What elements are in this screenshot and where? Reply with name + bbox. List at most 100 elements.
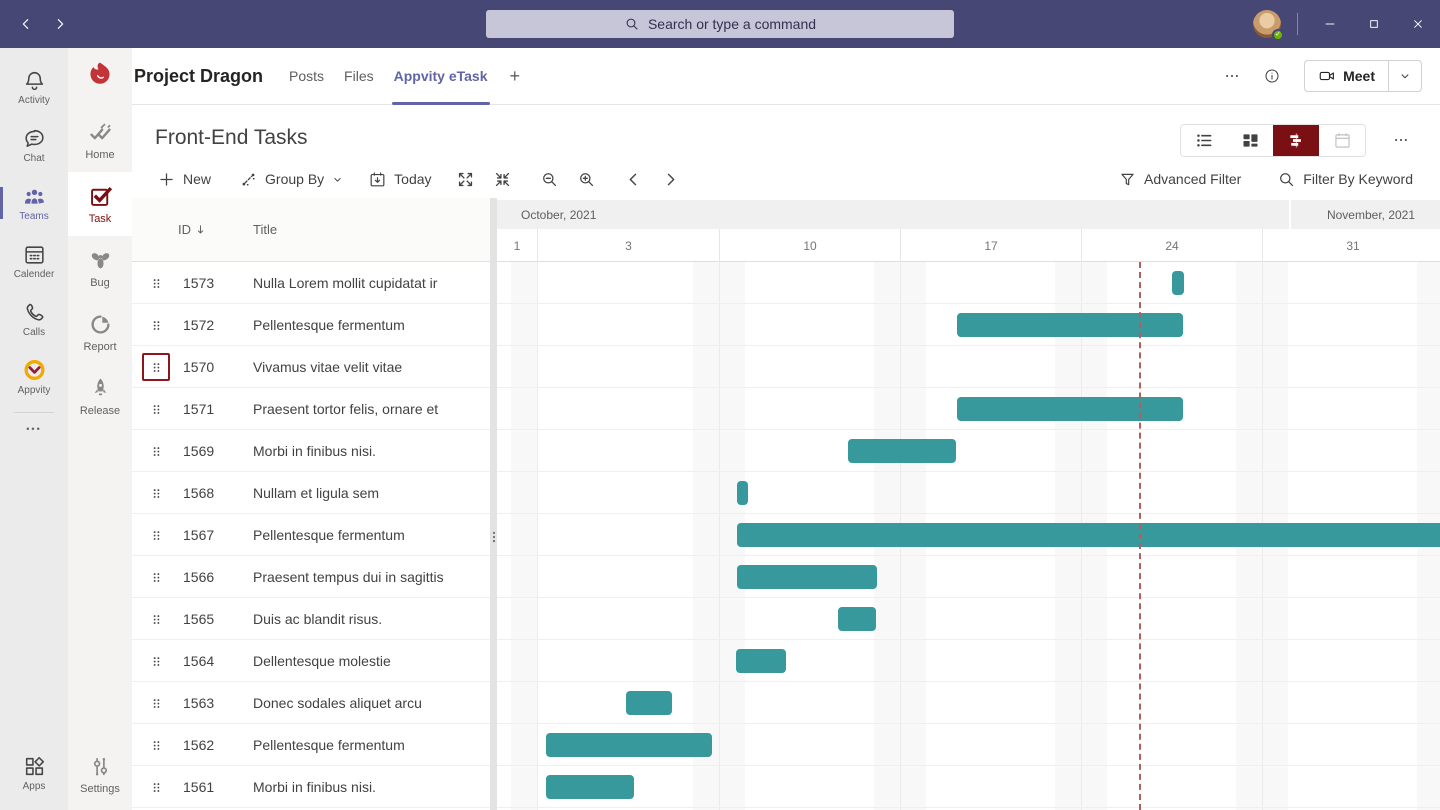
drag-handle[interactable] bbox=[142, 353, 170, 381]
gantt-bar[interactable] bbox=[737, 481, 748, 505]
table-row[interactable]: 1571Praesent tortor felis, ornare et bbox=[132, 388, 490, 430]
pane-splitter[interactable] bbox=[490, 198, 497, 810]
gantt-row[interactable] bbox=[497, 766, 1440, 808]
table-row[interactable]: 1564Dellentesque molestie bbox=[132, 640, 490, 682]
maximize-button[interactable] bbox=[1352, 0, 1396, 48]
rail-item-apps[interactable]: Apps bbox=[0, 744, 68, 802]
command-search-input[interactable]: Search or type a command bbox=[486, 10, 954, 38]
rail-item-activity[interactable]: Activity bbox=[0, 58, 68, 116]
gantt-row[interactable] bbox=[497, 262, 1440, 304]
group-by-button[interactable]: Group By bbox=[237, 166, 346, 193]
close-button[interactable] bbox=[1396, 0, 1440, 48]
table-row[interactable]: 1570Vivamus vitae velit vitae bbox=[132, 346, 490, 388]
drag-handle[interactable] bbox=[142, 311, 170, 339]
gantt-row[interactable] bbox=[497, 556, 1440, 598]
new-task-button[interactable]: New bbox=[155, 166, 213, 193]
page-more-button[interactable] bbox=[1388, 131, 1414, 151]
sidebar-item-release[interactable]: Release bbox=[68, 364, 132, 428]
calendar-view-button[interactable] bbox=[1319, 125, 1365, 156]
meet-options-button[interactable] bbox=[1389, 61, 1421, 91]
rail-item-teams[interactable]: Teams bbox=[0, 174, 68, 232]
gantt-bar[interactable] bbox=[838, 607, 876, 631]
rail-item-calls[interactable]: Calls bbox=[0, 290, 68, 348]
board-view-button[interactable] bbox=[1227, 125, 1273, 156]
advanced-filter-button[interactable]: Advanced Filter bbox=[1116, 166, 1243, 193]
gantt-row[interactable] bbox=[497, 682, 1440, 724]
gantt-bar[interactable] bbox=[736, 649, 786, 673]
table-row[interactable]: 1572Pellentesque fermentum bbox=[132, 304, 490, 346]
drag-handle[interactable] bbox=[142, 269, 170, 297]
gantt-bar[interactable] bbox=[546, 775, 634, 799]
rail-item-appvity[interactable]: Appvity bbox=[0, 348, 68, 406]
table-row[interactable]: 1567Pellentesque fermentum bbox=[132, 514, 490, 556]
channel-info-button[interactable] bbox=[1256, 60, 1288, 92]
table-row[interactable]: 1569Morbi in finibus nisi. bbox=[132, 430, 490, 472]
rail-more-button[interactable]: ••• bbox=[0, 419, 68, 439]
gantt-row[interactable] bbox=[497, 724, 1440, 766]
table-row[interactable]: 1566Praesent tempus dui in sagittis bbox=[132, 556, 490, 598]
gantt-row[interactable] bbox=[497, 346, 1440, 388]
zoom-out-button[interactable] bbox=[538, 166, 561, 193]
filter-by-keyword-button[interactable]: Filter By Keyword bbox=[1275, 166, 1415, 193]
rail-item-chat[interactable]: Chat bbox=[0, 116, 68, 174]
sidebar-item-bug[interactable]: Bug bbox=[68, 236, 132, 300]
expand-all-button[interactable] bbox=[454, 166, 477, 193]
collapse-all-button[interactable] bbox=[491, 166, 514, 193]
avatar[interactable]: ✓ bbox=[1253, 10, 1281, 38]
sidebar-item-task[interactable]: Task bbox=[68, 172, 132, 236]
gantt-bar[interactable] bbox=[546, 733, 712, 757]
zoom-in-button[interactable] bbox=[575, 166, 598, 193]
minimize-button[interactable] bbox=[1308, 0, 1352, 48]
today-button[interactable]: Today bbox=[366, 166, 433, 193]
gantt-row[interactable] bbox=[497, 304, 1440, 346]
gantt-row[interactable] bbox=[497, 640, 1440, 682]
gantt-bar[interactable] bbox=[737, 523, 1440, 547]
drag-handle[interactable] bbox=[142, 395, 170, 423]
today-line bbox=[1139, 262, 1141, 810]
meet-button[interactable]: Meet bbox=[1305, 61, 1389, 91]
column-header-id[interactable]: ID bbox=[178, 222, 207, 237]
drag-handle[interactable] bbox=[142, 689, 170, 717]
drag-handle[interactable] bbox=[142, 605, 170, 633]
table-row[interactable]: 1565Duis ac blandit risus. bbox=[132, 598, 490, 640]
channel-more-button[interactable] bbox=[1216, 60, 1248, 92]
sidebar-item-home[interactable]: Home bbox=[68, 108, 132, 172]
table-row[interactable]: 1563Donec sodales aliquet arcu bbox=[132, 682, 490, 724]
gantt-row[interactable] bbox=[497, 598, 1440, 640]
gantt-bar[interactable] bbox=[1172, 271, 1184, 295]
gantt-row[interactable] bbox=[497, 514, 1440, 556]
drag-handle[interactable] bbox=[142, 479, 170, 507]
gantt-bar[interactable] bbox=[848, 439, 956, 463]
list-view-button[interactable] bbox=[1181, 125, 1227, 156]
gantt-bar[interactable] bbox=[957, 397, 1183, 421]
sidebar-item-settings[interactable]: Settings bbox=[68, 742, 132, 806]
drag-handle[interactable] bbox=[142, 647, 170, 675]
table-row[interactable]: 1573Nulla Lorem mollit cupidatat ir bbox=[132, 262, 490, 304]
history-back-button[interactable] bbox=[12, 10, 40, 38]
table-row[interactable]: 1561Morbi in finibus nisi. bbox=[132, 766, 490, 808]
sidebar-item-report[interactable]: Report bbox=[68, 300, 132, 364]
gantt-bar[interactable] bbox=[626, 691, 672, 715]
drag-handle[interactable] bbox=[142, 731, 170, 759]
tab-appvity-etask[interactable]: Appvity eTask bbox=[384, 48, 498, 105]
column-header-title[interactable]: Title bbox=[253, 222, 277, 237]
gantt-row[interactable] bbox=[497, 388, 1440, 430]
history-forward-button[interactable] bbox=[46, 10, 74, 38]
drag-handle[interactable] bbox=[142, 773, 170, 801]
add-tab-button[interactable]: + bbox=[498, 66, 533, 87]
scroll-right-button[interactable] bbox=[659, 166, 682, 193]
drag-handle[interactable] bbox=[142, 563, 170, 591]
drag-handle[interactable] bbox=[142, 521, 170, 549]
tab-files[interactable]: Files bbox=[334, 48, 384, 105]
tab-posts[interactable]: Posts bbox=[279, 48, 334, 105]
table-row[interactable]: 1562Pellentesque fermentum bbox=[132, 724, 490, 766]
gantt-view-button[interactable] bbox=[1273, 125, 1319, 156]
rail-item-calender[interactable]: Calender bbox=[0, 232, 68, 290]
drag-handle[interactable] bbox=[142, 437, 170, 465]
gantt-row[interactable] bbox=[497, 430, 1440, 472]
gantt-bar[interactable] bbox=[957, 313, 1183, 337]
gantt-bar[interactable] bbox=[737, 565, 877, 589]
scroll-left-button[interactable] bbox=[622, 166, 645, 193]
table-row[interactable]: 1568Nullam et ligula sem bbox=[132, 472, 490, 514]
gantt-row[interactable] bbox=[497, 472, 1440, 514]
